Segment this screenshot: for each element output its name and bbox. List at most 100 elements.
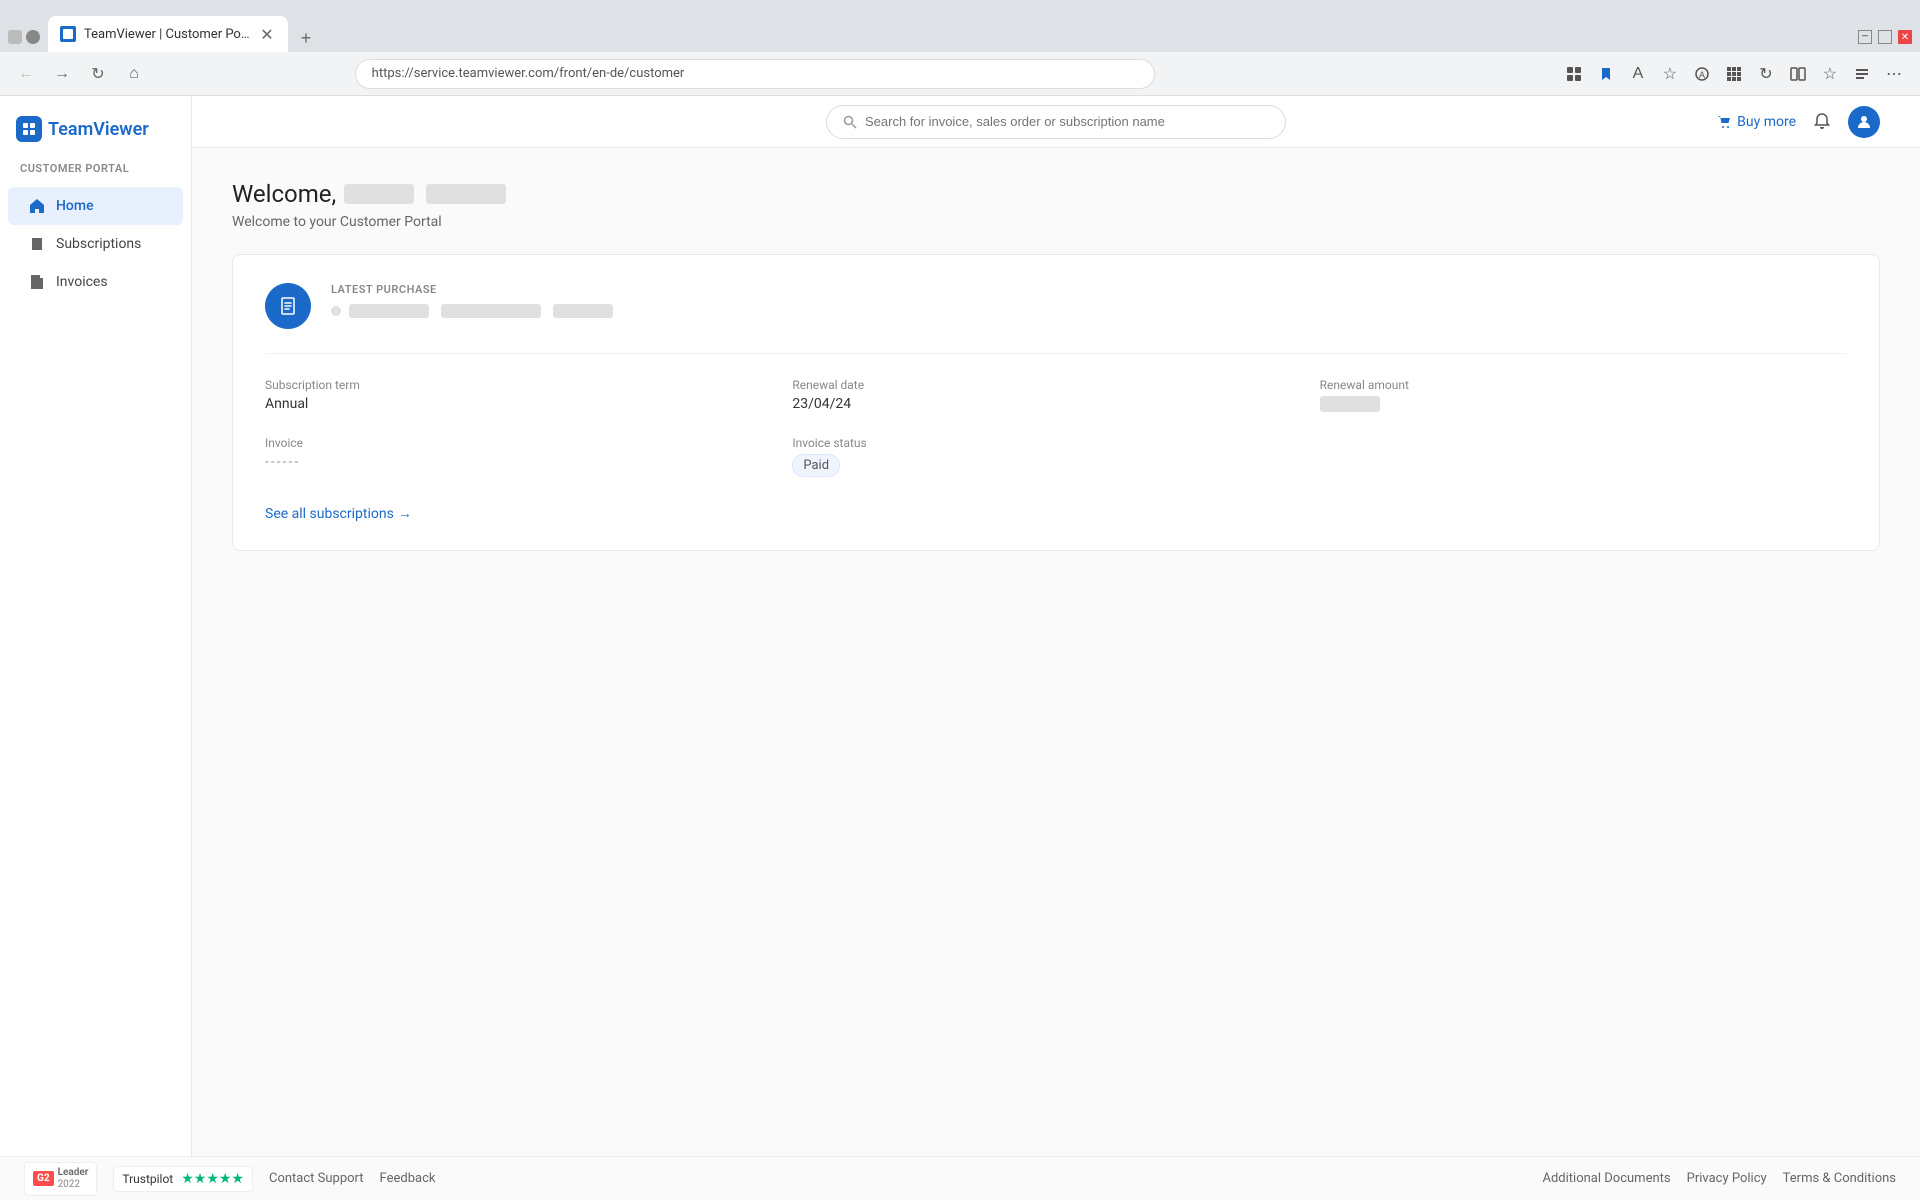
address-bar[interactable]: https://service.teamviewer.com/front/en-… <box>355 59 1155 89</box>
user-avatar[interactable] <box>1848 106 1880 138</box>
welcome-text: Welcome, <box>232 180 336 208</box>
app-layout: TeamViewer CUSTOMER PORTAL Home Subscrip… <box>0 96 1920 1200</box>
invoice-status-badge: Paid <box>792 454 1319 477</box>
browser-toolbar: ← → ↻ ⌂ https://service.teamviewer.com/f… <box>0 52 1920 96</box>
subscription-term-item: Subscription term Annual <box>265 378 792 412</box>
terms-conditions-link[interactable]: Terms & Conditions <box>1783 1171 1896 1186</box>
sidebar-subscriptions-label: Subscriptions <box>56 236 141 252</box>
see-all-subscriptions-link[interactable]: See all subscriptions → <box>265 505 412 522</box>
user-first-name-blurred <box>344 184 414 204</box>
subscription-term-value: Annual <box>265 396 792 412</box>
settings-button[interactable]: ⋯ <box>1880 60 1908 88</box>
buy-more-button[interactable]: Buy more <box>1717 114 1796 130</box>
forward-button[interactable]: → <box>48 60 76 88</box>
welcome-subtitle: Welcome to your Customer Portal <box>232 214 1880 230</box>
sidebar-invoices-label: Invoices <box>56 274 108 290</box>
g2-leader: Leader <box>58 1167 89 1179</box>
browser-tab-active[interactable]: TeamViewer | Customer Portal ✕ <box>48 16 288 52</box>
product-detail-blurred <box>441 304 541 318</box>
trustpilot-badge: Trustpilot ★★★★★ <box>113 1166 253 1192</box>
product-extra-blurred <box>553 304 613 318</box>
subscription-card: LATEST PURCHASE <box>232 254 1880 551</box>
app-header: Buy more <box>192 96 1920 148</box>
window-icon <box>26 30 40 44</box>
minimize-button[interactable]: — <box>1858 30 1872 44</box>
invoice-status-value: Paid <box>792 454 840 477</box>
page-content: Welcome, Welcome to your Customer Portal <box>192 148 1920 1200</box>
renewal-date-label: Renewal date <box>792 378 1319 392</box>
g2-year: 2022 <box>58 1179 89 1191</box>
feedback-link[interactable]: Feedback <box>380 1171 436 1186</box>
sync-button[interactable]: ↻ <box>1752 60 1780 88</box>
collections-button[interactable] <box>1848 60 1876 88</box>
trustpilot-stars: ★★★★★ <box>181 1171 244 1187</box>
sidebar-section-label: CUSTOMER PORTAL <box>0 162 191 187</box>
invoice-item: Invoice ------ <box>265 436 792 477</box>
header-right: Buy more <box>1717 106 1880 138</box>
invoice-status-item: Invoice status Paid <box>792 436 1319 477</box>
footer-left: G2 Leader 2022 Trustpilot ★★★★★ Contact … <box>24 1162 435 1196</box>
favorites-button[interactable]: ☆ <box>1816 60 1844 88</box>
grid-button[interactable] <box>1720 60 1748 88</box>
g2-badge: G2 Leader 2022 <box>24 1162 97 1196</box>
g2-text: Leader 2022 <box>58 1167 89 1191</box>
tab-title: TeamViewer | Customer Portal <box>84 27 250 42</box>
close-window-button[interactable]: ✕ <box>1898 30 1912 44</box>
product-color-dot <box>331 306 341 316</box>
privacy-policy-link[interactable]: Privacy Policy <box>1687 1171 1767 1186</box>
additional-documents-link[interactable]: Additional Documents <box>1543 1171 1671 1186</box>
welcome-section: Welcome, Welcome to your Customer Portal <box>192 148 1920 254</box>
renewal-date-item: Renewal date 23/04/24 <box>792 378 1319 412</box>
contact-support-link[interactable]: Contact Support <box>269 1171 364 1186</box>
toolbar-right: A ☆ A ↻ ☆ ⋯ <box>1560 60 1908 88</box>
sidebar-item-home[interactable]: Home <box>8 187 183 225</box>
svg-text:A: A <box>1699 70 1705 80</box>
user-last-name-blurred <box>426 184 506 204</box>
home-nav-button[interactable]: ⌂ <box>120 60 148 88</box>
search-bar[interactable] <box>826 105 1286 139</box>
search-input[interactable] <box>865 114 1269 129</box>
notification-button[interactable] <box>1808 108 1836 136</box>
see-all-label: See all subscriptions <box>265 506 394 522</box>
extensions-button[interactable] <box>1560 60 1588 88</box>
tab-close-button[interactable]: ✕ <box>258 25 276 43</box>
buy-more-label: Buy more <box>1737 114 1796 130</box>
search-icon <box>843 115 857 129</box>
invoices-icon <box>28 273 46 291</box>
trustpilot-label: Trustpilot <box>122 1172 173 1186</box>
invoice-status-label: Invoice status <box>792 436 1319 450</box>
browser-chrome: TeamViewer | Customer Portal ✕ + — ✕ <box>0 0 1920 52</box>
font-button[interactable]: A <box>1624 60 1652 88</box>
purchase-details: LATEST PURCHASE <box>331 283 1847 318</box>
cart-icon <box>1717 115 1731 129</box>
renewal-amount-blurred <box>1320 396 1380 412</box>
card-container: LATEST PURCHASE <box>192 254 1920 551</box>
back-button[interactable]: ← <box>12 60 40 88</box>
sidebar-item-invoices[interactable]: Invoices <box>8 263 183 301</box>
welcome-title: Welcome, <box>232 180 1880 208</box>
purchase-icon <box>265 283 311 329</box>
footer-bar: G2 Leader 2022 Trustpilot ★★★★★ Contact … <box>0 1156 1920 1200</box>
star-button[interactable]: ☆ <box>1656 60 1684 88</box>
another-ext-button[interactable]: A <box>1688 60 1716 88</box>
main-header: Buy more <box>192 105 1920 139</box>
home-icon <box>28 197 46 215</box>
sidebar-item-subscriptions[interactable]: Subscriptions <box>8 225 183 263</box>
new-tab-button[interactable]: + <box>292 24 320 52</box>
subscription-details-grid: Subscription term Annual Renewal date 23… <box>265 378 1847 477</box>
latest-purchase-section: LATEST PURCHASE <box>265 283 1847 354</box>
refresh-button[interactable]: ↻ <box>84 60 112 88</box>
renewal-date-value: 23/04/24 <box>792 396 1319 412</box>
url-text: https://service.teamviewer.com/front/en-… <box>372 66 685 81</box>
logo-text: TeamViewer <box>48 119 149 140</box>
invoice-value: ------ <box>265 454 792 470</box>
split-button[interactable] <box>1784 60 1812 88</box>
latest-purchase-label: LATEST PURCHASE <box>331 283 1847 296</box>
maximize-button[interactable] <box>1878 30 1892 44</box>
g2-leader-label: G2 <box>33 1171 54 1186</box>
tab-favicon <box>60 26 76 42</box>
bookmark-extension-button[interactable] <box>1592 60 1620 88</box>
logo-icon <box>16 116 42 142</box>
teamviewer-logo: TeamViewer <box>0 116 191 162</box>
footer-right: Additional Documents Privacy Policy Term… <box>1543 1171 1897 1186</box>
